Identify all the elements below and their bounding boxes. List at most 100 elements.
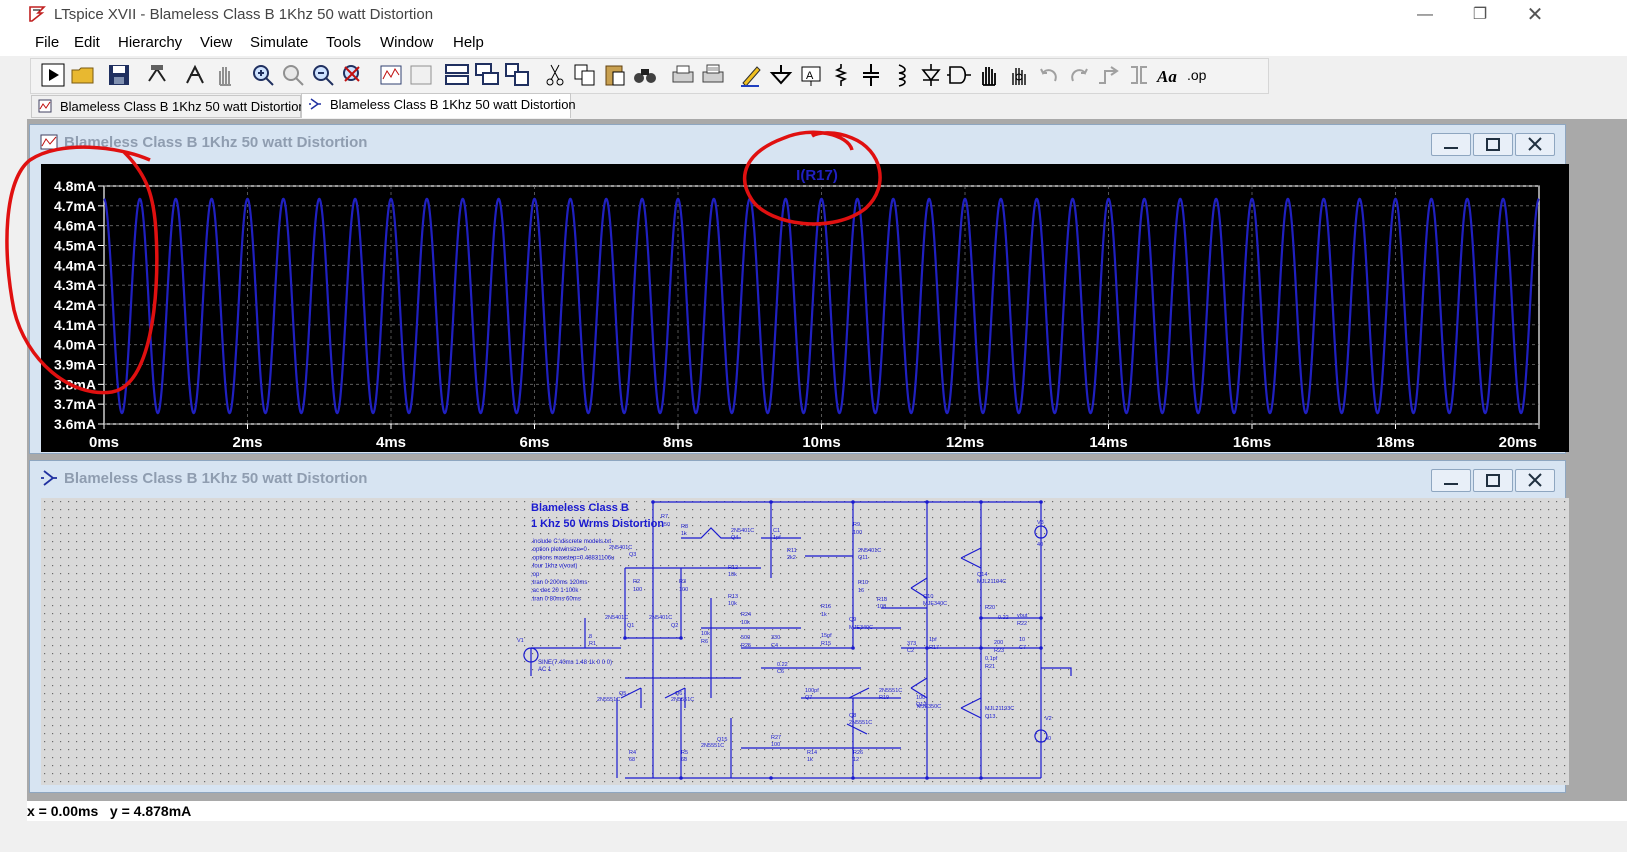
component-label[interactable]: R11 bbox=[787, 548, 797, 554]
tile-horizontal-icon[interactable] bbox=[443, 61, 471, 89]
component-label[interactable]: R27 bbox=[771, 735, 781, 741]
component-label[interactable]: C1 bbox=[773, 528, 780, 534]
component-label[interactable]: 2N5401C bbox=[609, 545, 632, 551]
split-plot-icon[interactable] bbox=[407, 61, 435, 89]
move-icon[interactable] bbox=[975, 61, 1003, 89]
spice-directive[interactable]: .include C:\discrete models.txt bbox=[531, 539, 611, 545]
component-label[interactable]: C2 bbox=[907, 648, 914, 654]
component-label[interactable]: 150 bbox=[661, 522, 670, 528]
close-button[interactable]: ✕ bbox=[1512, 3, 1558, 27]
menu-edit[interactable]: Edit bbox=[74, 34, 100, 51]
spice-directive[interactable]: ;ac dec 20 1 100k bbox=[531, 588, 579, 594]
component-label[interactable]: C6 bbox=[777, 669, 784, 675]
paste-icon[interactable] bbox=[601, 61, 629, 89]
label-net-icon[interactable]: A bbox=[797, 61, 825, 89]
component-label[interactable]: R6 bbox=[701, 639, 708, 645]
waveform-plot[interactable]: I(R17) 4.8mA 4.7mA 4.6mA 4.5mA 4.4mA 4.3mA 4.2… bbox=[41, 164, 1569, 452]
resistor-icon[interactable] bbox=[827, 61, 855, 89]
text-icon[interactable]: Aa bbox=[1155, 61, 1183, 89]
component-label[interactable]: 1k bbox=[807, 757, 813, 763]
capacitor-icon[interactable] bbox=[857, 61, 885, 89]
component-label[interactable]: V2 bbox=[1045, 716, 1052, 722]
print-icon[interactable] bbox=[669, 61, 697, 89]
component-icon[interactable] bbox=[945, 61, 973, 89]
copy-icon[interactable] bbox=[571, 61, 599, 89]
component-label[interactable]: R9 bbox=[853, 522, 860, 528]
spice-directive[interactable]: ;op bbox=[531, 572, 540, 578]
diode-icon[interactable] bbox=[917, 61, 945, 89]
component-label[interactable]: 10k bbox=[701, 631, 710, 637]
component-label[interactable]: Q2 bbox=[671, 623, 678, 629]
component-label[interactable]: R10 bbox=[858, 580, 868, 586]
component-label[interactable]: 2k2 bbox=[787, 555, 796, 561]
source-value-label[interactable]: SINE(7.40ms 1.48 1k 0 0 0) bbox=[538, 660, 612, 666]
inductor-icon[interactable] bbox=[887, 61, 915, 89]
component-label[interactable]: 12 bbox=[853, 757, 859, 763]
component-label[interactable]: 10k bbox=[741, 620, 750, 626]
component-label[interactable]: R21 bbox=[985, 664, 995, 670]
menu-simulate[interactable]: Simulate bbox=[250, 34, 308, 51]
spice-directive-icon[interactable]: .op bbox=[1185, 61, 1213, 89]
component-label[interactable]: R4 bbox=[629, 750, 636, 756]
menu-help[interactable]: Help bbox=[453, 34, 484, 51]
tab-schematic[interactable]: Blameless Class B 1Khz 50 watt Distortio… bbox=[301, 93, 576, 118]
waveform-close-button[interactable] bbox=[1515, 133, 1555, 156]
schematic-canvas[interactable]: Blameless Class B 1 Khz 50 Wrms Distortio… bbox=[41, 498, 1569, 785]
print-setup-icon[interactable] bbox=[699, 61, 727, 89]
menu-hierarchy[interactable]: Hierarchy bbox=[118, 34, 182, 51]
spice-directive[interactable]: .option plotwinsize=0 bbox=[531, 547, 588, 553]
component-label[interactable]: Q13 bbox=[985, 714, 995, 720]
component-label[interactable]: R1 bbox=[589, 641, 596, 647]
component-label[interactable]: 100pf bbox=[805, 688, 819, 694]
component-label[interactable]: 100 bbox=[771, 742, 780, 748]
tab-waveform[interactable]: Blameless Class B 1Khz 50 watt Distortio… bbox=[31, 95, 306, 118]
zoom-out-icon[interactable] bbox=[309, 61, 337, 89]
component-label[interactable]: MJE350C bbox=[917, 704, 941, 710]
schematic-heading-title[interactable]: Blameless Class B bbox=[531, 502, 629, 514]
component-label[interactable]: 0.1pf bbox=[985, 656, 998, 662]
autorange-icon[interactable] bbox=[377, 61, 405, 89]
component-label[interactable]: R16 bbox=[821, 604, 831, 610]
component-label[interactable]: 1pf bbox=[929, 637, 937, 643]
plot-area[interactable]: I(R17) 4.8mA 4.7mA 4.6mA 4.5mA 4.4mA 4.3mA 4.2… bbox=[41, 164, 1569, 452]
drag-icon[interactable] bbox=[1005, 61, 1033, 89]
component-label[interactable]: 10k bbox=[728, 601, 737, 607]
component-label[interactable]: 100 bbox=[633, 587, 642, 593]
mirror-icon[interactable] bbox=[1125, 61, 1153, 89]
ground-icon[interactable] bbox=[767, 61, 795, 89]
component-label[interactable]: R20 bbox=[985, 605, 995, 611]
trace-label[interactable]: I(R17) bbox=[796, 167, 838, 184]
rotate-icon[interactable] bbox=[1095, 61, 1123, 89]
component-label[interactable]: V3 bbox=[1037, 520, 1044, 526]
component-label[interactable]: R23 bbox=[994, 648, 1004, 654]
component-label[interactable]: R5 bbox=[681, 750, 688, 756]
component-label[interactable]: 68 bbox=[629, 757, 635, 763]
cut-icon[interactable] bbox=[541, 61, 569, 89]
component-label[interactable]: 16 bbox=[858, 588, 864, 594]
component-label[interactable]: R26 bbox=[853, 750, 863, 756]
component-label[interactable]: R7 bbox=[661, 514, 668, 520]
component-label[interactable]: 8 bbox=[589, 634, 592, 640]
component-label[interactable]: 100 bbox=[853, 530, 862, 536]
component-label[interactable]: 200 bbox=[994, 640, 1003, 646]
component-label[interactable]: R8 bbox=[681, 524, 688, 530]
cascade-icon[interactable] bbox=[473, 61, 501, 89]
control-panel-icon[interactable] bbox=[143, 61, 171, 89]
waveform-maximize-button[interactable] bbox=[1473, 133, 1513, 156]
menu-file[interactable]: File bbox=[35, 34, 59, 51]
component-label[interactable]: 0.22 bbox=[777, 662, 788, 668]
component-label[interactable]: 330 bbox=[771, 635, 780, 641]
zoom-pan-icon[interactable] bbox=[279, 61, 307, 89]
component-label[interactable]: MJL21193C bbox=[985, 706, 1014, 712]
component-label[interactable]: 100 bbox=[877, 604, 886, 610]
menu-view[interactable]: View bbox=[200, 34, 232, 51]
component-label[interactable]: R14 bbox=[807, 750, 817, 756]
component-label[interactable]: R2 bbox=[633, 579, 640, 585]
halt-icon[interactable] bbox=[181, 61, 209, 89]
waveform-minimize-button[interactable] bbox=[1431, 133, 1471, 156]
spice-directive[interactable]: .options maxstep=0.48831106u bbox=[531, 555, 614, 561]
component-label[interactable]: 2N5551C bbox=[879, 688, 902, 694]
component-label[interactable]: Q1 bbox=[627, 623, 634, 629]
component-label[interactable]: R18 bbox=[877, 597, 887, 603]
component-label[interactable]: Q11 bbox=[858, 555, 868, 561]
